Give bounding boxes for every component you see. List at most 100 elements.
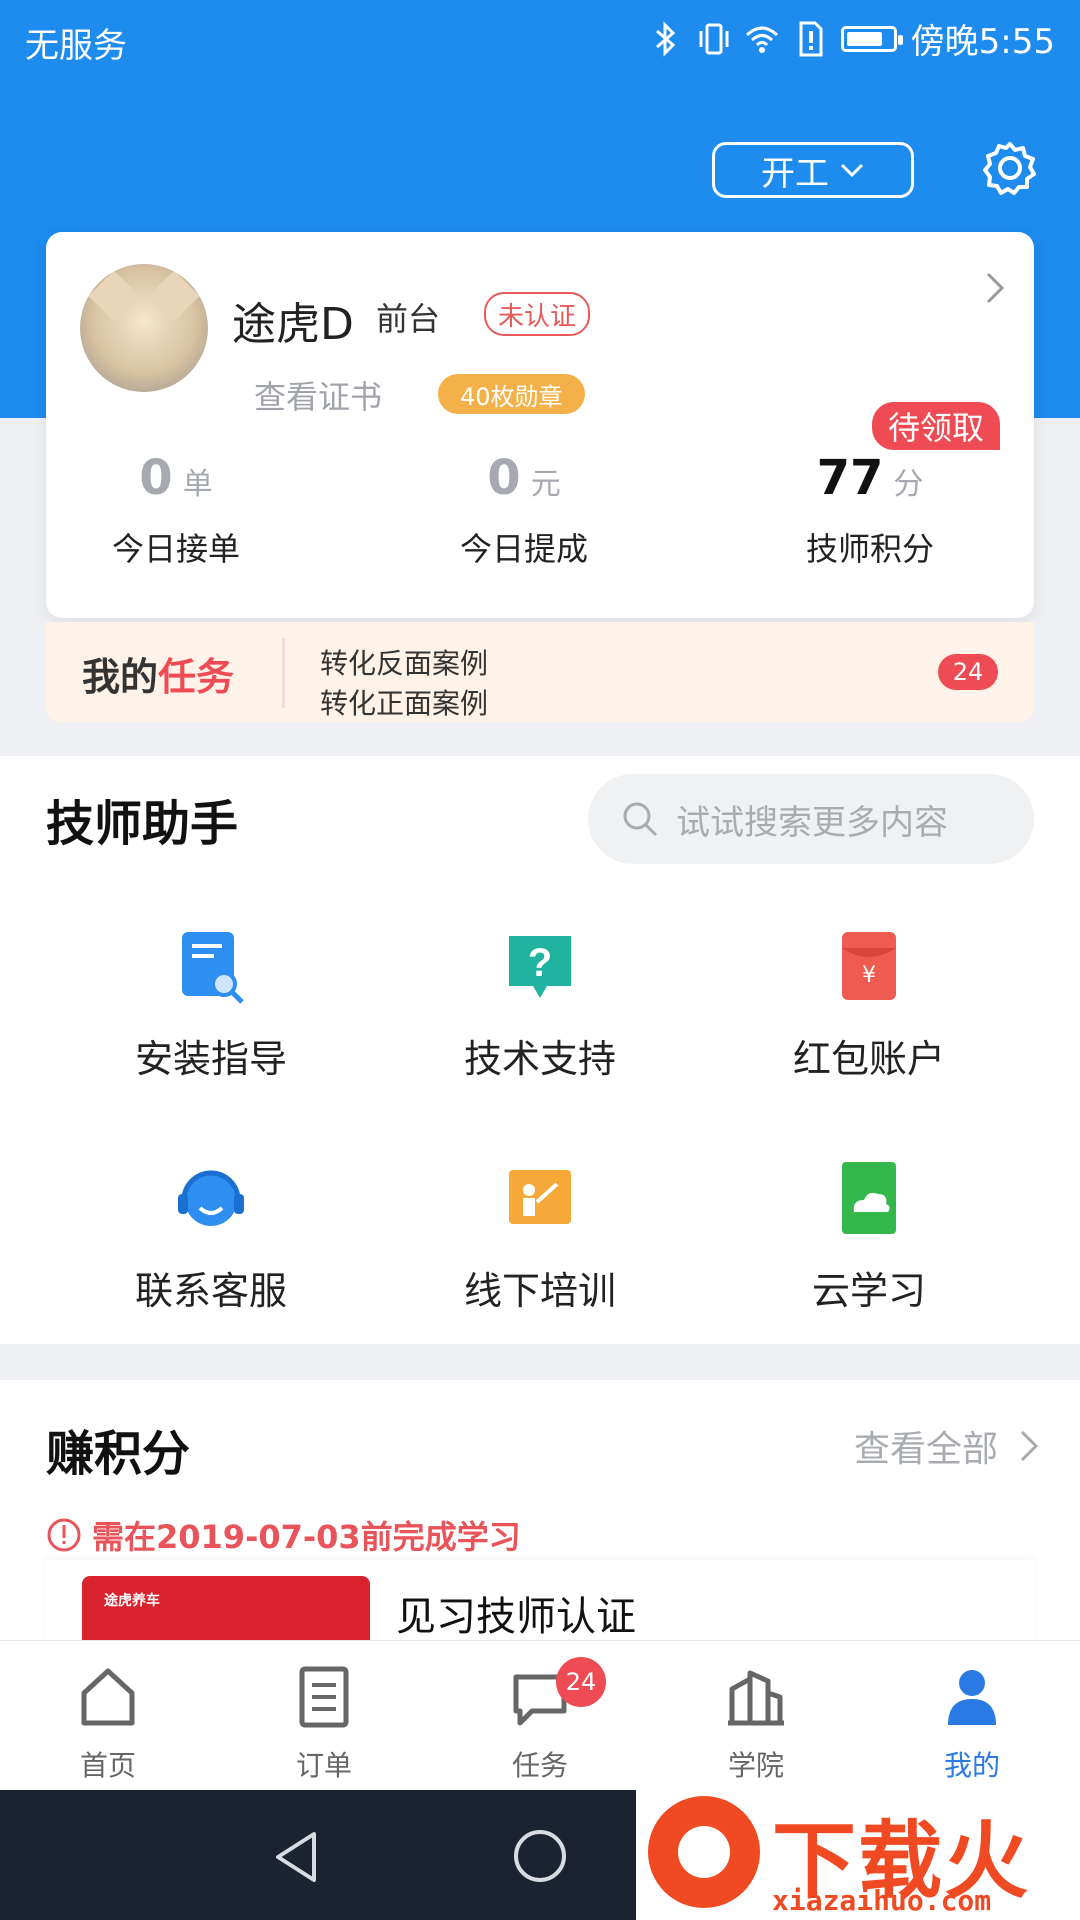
tab-label: 学院: [727, 1749, 784, 1782]
avatar-ear-left: [88, 270, 140, 322]
grid-item-customer-service[interactable]: 联系客服: [46, 1160, 376, 1315]
tab-label: 我的: [943, 1749, 1000, 1782]
teacher-board-icon: [509, 1170, 571, 1224]
carrier-text: 无服务: [25, 26, 127, 66]
task-ticker: 转化反面案例 转化正面案例: [320, 644, 488, 722]
watermark-url: xiazaihuo.com: [772, 1884, 992, 1917]
cert-status-badge: 未认证: [484, 292, 591, 336]
cloud-book-icon: [842, 1162, 896, 1234]
section-title: 赚积分: [46, 1426, 191, 1482]
work-status-label: 开工: [761, 153, 829, 194]
grid-item-tech-support[interactable]: ? 技术支持: [375, 928, 705, 1083]
grid-label: 红包账户: [792, 1037, 945, 1081]
tab-mine[interactable]: 我的: [892, 1665, 1052, 1784]
svg-text:?: ?: [528, 941, 552, 985]
headset-icon: [178, 1170, 244, 1226]
person-icon: [948, 1670, 996, 1725]
alert-circle-icon: [47, 1518, 81, 1552]
chevron-down-icon: [840, 163, 864, 178]
grid-label: 线下培训: [463, 1269, 616, 1313]
grid-item-offline-training[interactable]: 线下培训: [375, 1160, 705, 1315]
user-role: 前台: [376, 300, 441, 338]
grid-label: 安装指导: [134, 1037, 287, 1081]
bluetooth-icon: [655, 20, 675, 57]
chevron-right-icon[interactable]: [980, 268, 1010, 308]
tasks-title-prefix: 我的: [82, 655, 159, 699]
section-title: 技师助手: [46, 796, 239, 852]
user-name: 途虎D: [232, 299, 354, 350]
vibrate-icon: [699, 23, 729, 54]
search-input[interactable]: 试试搜索更多内容: [588, 774, 1034, 864]
watermark: 下载火 xiazaihuo.com: [636, 1786, 1080, 1920]
tab-home[interactable]: 首页: [28, 1665, 188, 1784]
ticker-line: 转化正面案例: [320, 687, 489, 720]
stat-label: 今日提成: [459, 530, 588, 568]
clock-text: 傍晚5:55: [910, 22, 1055, 62]
tab-label: 订单: [295, 1749, 352, 1782]
tab-badge: 24: [556, 1657, 606, 1707]
red-envelope-icon: ¥: [842, 932, 896, 1000]
earn-points-section: 赚积分 查看全部 需在2019-07-03前完成学习 途虎养车 见习技师认证: [0, 1380, 1080, 1656]
ticker-line: 转化反面案例: [320, 647, 489, 680]
back-triangle-icon[interactable]: [272, 1830, 322, 1884]
medal-count-badge[interactable]: 40枚勋章: [438, 374, 585, 414]
grid-item-install-guide[interactable]: 安装指导: [46, 928, 376, 1083]
stat-value: 77: [816, 450, 884, 506]
stat-value: 0: [139, 450, 173, 506]
home-icon: [81, 1668, 135, 1726]
stat-unit: 元: [530, 467, 561, 502]
status-icons: 傍晚5:55: [649, 14, 1055, 63]
install-guide-icon: [182, 932, 244, 1004]
divider: [282, 638, 285, 708]
chevron-right-icon: [1020, 1430, 1039, 1462]
course-card[interactable]: 途虎养车 见习技师认证: [46, 1560, 1034, 1656]
question-chat-icon: ?: [509, 936, 571, 998]
pending-claim-tag[interactable]: 待领取: [871, 402, 1000, 450]
wifi-icon: [745, 26, 778, 53]
tab-academy[interactable]: 学院: [676, 1665, 836, 1784]
grid-label: 技术支持: [463, 1037, 616, 1081]
deadline-notice: 需在2019-07-03前完成学习: [46, 1512, 521, 1558]
sim-alert-icon: [799, 21, 823, 56]
grid-item-red-envelope[interactable]: ¥ 红包账户: [704, 928, 1034, 1083]
profile-card[interactable]: 途虎D 前台 未认证 查看证书 40枚勋章 待领取 0单 今日接单 0元 今日提…: [46, 232, 1034, 618]
status-bar: 无服务 傍晚5:55: [0, 0, 1080, 76]
tab-label: 任务: [511, 1749, 568, 1782]
grid-label: 联系客服: [134, 1269, 287, 1313]
stat-tech-points[interactable]: 77 分 技师积分: [740, 450, 1000, 570]
course-thumb-brand: 途虎养车: [104, 1593, 160, 1609]
academy-building-icon: [728, 1670, 784, 1726]
view-all-label: 查看全部: [853, 1429, 998, 1470]
grid-label: 云学习: [811, 1269, 926, 1313]
settings-gear-icon[interactable]: [982, 140, 1038, 196]
watermark-logo-icon: [648, 1796, 760, 1908]
tab-tasks[interactable]: 任务 24: [460, 1657, 620, 1784]
stat-label: 技师积分: [805, 530, 934, 568]
battery-icon: [840, 25, 903, 52]
tab-orders[interactable]: 订单: [244, 1665, 404, 1784]
view-certificate-link[interactable]: 查看证书: [254, 372, 382, 418]
tasks-title-highlight: 任务: [158, 655, 235, 699]
stat-unit: 分: [893, 467, 924, 502]
tech-assistant-section: 技师助手 试试搜索更多内容 安装指导 ? 技术支持 ¥ 红包账户 联系客服 线下…: [0, 756, 1080, 1344]
task-count-badge: 24: [938, 654, 998, 690]
stat-today-commission[interactable]: 0元 今日提成: [394, 450, 654, 570]
view-all-link[interactable]: 查看全部: [854, 1420, 1040, 1472]
svg-text:¥: ¥: [862, 963, 876, 988]
stat-label: 今日接单: [111, 530, 240, 568]
grid-item-cloud-learning[interactable]: 云学习: [704, 1160, 1034, 1315]
search-icon: [623, 802, 658, 837]
work-status-dropdown[interactable]: 开工: [712, 142, 914, 198]
deadline-text: 需在2019-07-03前完成学习: [92, 1518, 521, 1556]
my-tasks-banner[interactable]: 我的任务 转化反面案例 转化正面案例 24: [46, 622, 1034, 722]
stat-today-orders[interactable]: 0单 今日接单: [46, 450, 306, 570]
stat-unit: 单: [182, 467, 213, 502]
bottom-tab-bar: 首页 订单 任务 24 学院 我的: [0, 1640, 1080, 1790]
my-tasks-title: 我的任务: [82, 646, 234, 701]
tab-label: 首页: [79, 1749, 136, 1782]
avatar-ear-right: [148, 270, 200, 322]
avatar[interactable]: [80, 264, 208, 392]
home-circle-icon[interactable]: [514, 1830, 566, 1882]
battery-fill: [846, 31, 882, 46]
course-title: 见习技师认证: [396, 1594, 636, 1640]
